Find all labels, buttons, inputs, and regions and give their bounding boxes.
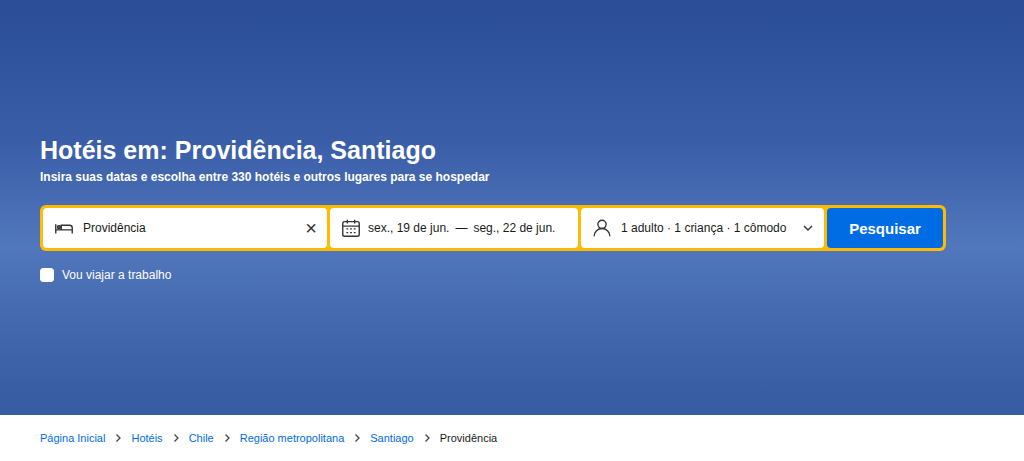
chevron-right-icon	[171, 433, 181, 443]
guests-value: 1 adulto · 1 criança · 1 cômodo	[621, 221, 794, 235]
person-icon	[591, 217, 613, 239]
destination-field[interactable]: Providência ×	[43, 208, 327, 248]
search-bar: Providência × sex., 19 de jun. — seg., 22 de…	[40, 205, 946, 251]
breadcrumb-item[interactable]: Santiago	[370, 432, 413, 444]
clear-icon[interactable]: ×	[305, 218, 317, 238]
page: Hotéis em: Providência, Santiago Insira s…	[0, 0, 1024, 461]
destination-value: Providência	[83, 221, 297, 235]
guests-field[interactable]: 1 adulto · 1 criança · 1 cômodo	[581, 208, 824, 248]
page-title: Hotéis em: Providência, Santiago	[40, 135, 984, 165]
search-button[interactable]: Pesquisar	[827, 208, 943, 248]
chevron-down-icon	[802, 222, 814, 234]
breadcrumb-item[interactable]: Hotéis	[131, 432, 162, 444]
calendar-icon	[340, 217, 362, 239]
business-trip-label: Vou viajar a trabalho	[62, 266, 171, 284]
breadcrumb-item[interactable]: Página Inicial	[40, 432, 105, 444]
chevron-right-icon	[113, 433, 123, 443]
chevron-right-icon	[422, 433, 432, 443]
breadcrumb: Página Inicial Hotéis Chile Região metropol…	[0, 415, 1024, 461]
page-subtitle: Insira suas datas e escolha entre 330 ho…	[40, 168, 984, 186]
chevron-right-icon	[222, 433, 232, 443]
business-trip-checkbox[interactable]	[40, 268, 54, 282]
dates-field[interactable]: sex., 19 de jun. — seg., 22 de jun.	[330, 208, 578, 248]
hero-banner: Hotéis em: Providência, Santiago Insira s…	[0, 0, 1024, 415]
check-out-date: seg., 22 de jun.	[473, 221, 555, 235]
business-trip-option[interactable]: Vou viajar a trabalho	[40, 266, 984, 284]
breadcrumb-item[interactable]: Região metropolitana	[240, 432, 345, 444]
chevron-right-icon	[352, 433, 362, 443]
check-in-date: sex., 19 de jun.	[368, 221, 449, 235]
date-separator: —	[455, 221, 467, 235]
breadcrumb-item: Providência	[440, 432, 497, 444]
bed-icon	[53, 217, 75, 239]
breadcrumb-item[interactable]: Chile	[189, 432, 214, 444]
